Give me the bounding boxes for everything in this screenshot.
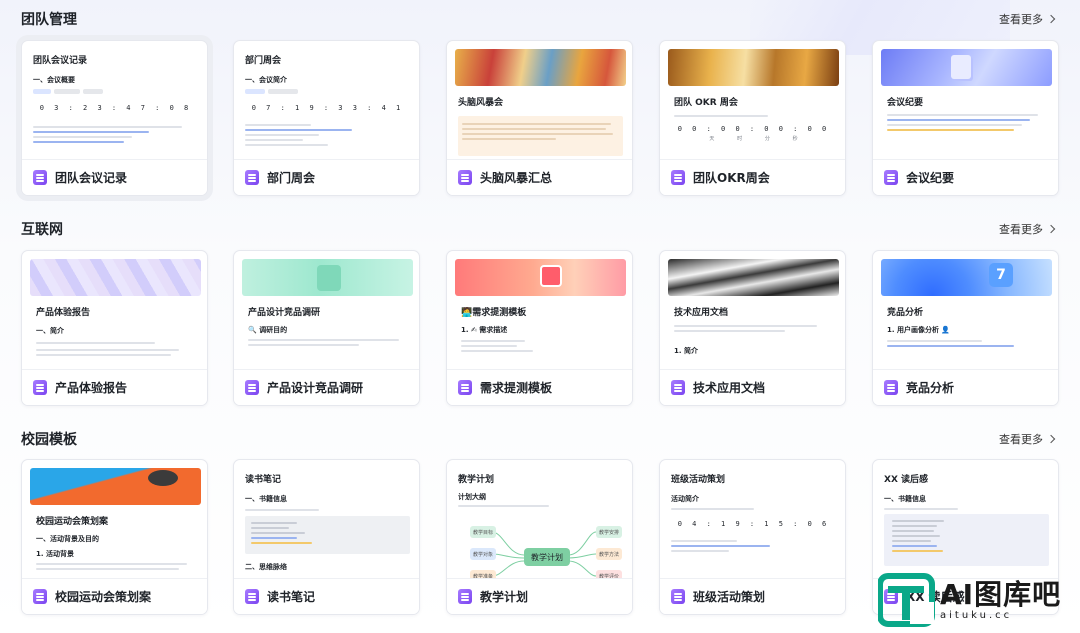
- template-card[interactable]: 教学计划 计划大纲 教学计划 教学目标 教学对象 教学准备 教学安排 教学方法 …: [446, 459, 633, 615]
- watermark-logo: AI图库吧 aituku.cc: [878, 569, 1070, 631]
- card-footer: 需求提测模板: [447, 369, 632, 405]
- card-footer: 产品体验报告: [22, 369, 207, 405]
- doc-icon: [33, 170, 47, 185]
- doc-icon: [671, 380, 685, 395]
- template-preview: 产品体验报告 一、简介: [30, 259, 201, 371]
- banner-image: [455, 259, 626, 296]
- template-card[interactable]: 部门周会 一、会议简介 0 7 : 1 9 : 3 3 : 4 1 部门周会: [233, 40, 420, 196]
- logo-text: AI图库吧: [940, 577, 1062, 611]
- card-footer: 团队OKR周会: [660, 159, 845, 195]
- see-more-link[interactable]: 查看更多: [999, 11, 1056, 27]
- card-footer: 部门周会: [234, 159, 419, 195]
- banner-image: 7: [881, 259, 1052, 296]
- template-preview: 技术应用文档 1. 简介: [668, 259, 839, 371]
- card-footer: 班级活动策划: [660, 578, 845, 614]
- card-footer: 产品设计竞品调研: [234, 369, 419, 405]
- doc-icon: [671, 170, 685, 185]
- template-preview: 教学计划 计划大纲 教学计划 教学目标 教学对象 教学准备 教学安排 教学方法 …: [455, 468, 626, 580]
- template-card[interactable]: 🧑‍💻需求提测模板 1. ✍ 需求描述 需求提测模板: [446, 250, 633, 406]
- doc-icon: [245, 380, 259, 395]
- card-footer: 团队会议记录: [22, 159, 207, 195]
- banner-image: [668, 259, 839, 296]
- mindmap: 教学计划 教学目标 教学对象 教学准备 教学安排 教学方法 教学评价: [470, 526, 622, 580]
- svg-text:教学安排: 教学安排: [599, 529, 619, 536]
- template-card[interactable]: 团队会议记录 一、会议概要 0 3 : 2 3 : 4 7 : 0 8 团队会议…: [21, 40, 208, 196]
- template-card[interactable]: 班级活动策划 活动简介 0 4 : 1 9 : 1 5 : 0 6 班级活动策划: [659, 459, 846, 615]
- card-footer: 会议纪要: [873, 159, 1058, 195]
- template-preview: 团队会议记录 一、会议概要 0 3 : 2 3 : 4 7 : 0 8: [30, 49, 201, 161]
- mindmap-center: 教学计划: [531, 552, 563, 562]
- banner-image: [881, 49, 1052, 86]
- template-preview: XX 读后感 一、书籍信息: [881, 468, 1052, 580]
- template-preview: 班级活动策划 活动简介 0 4 : 1 9 : 1 5 : 0 6: [668, 468, 839, 580]
- svg-text:教学方法: 教学方法: [599, 551, 619, 558]
- template-preview: 团队 OKR 周会 0 0 : 0 0 : 0 0 : 0 0 天 时 分 秒: [668, 49, 839, 161]
- template-card[interactable]: 读书笔记 一、书籍信息 二、思维脉络 读书笔记: [233, 459, 420, 615]
- doc-icon: [33, 380, 47, 395]
- logo-url: aituku.cc: [940, 609, 1013, 621]
- card-footer: 竞品分析: [873, 369, 1058, 405]
- chevron-right-icon: [1046, 224, 1056, 234]
- doc-icon: [458, 380, 472, 395]
- doc-icon: [458, 170, 472, 185]
- template-preview: 读书笔记 一、书籍信息 二、思维脉络: [242, 468, 413, 580]
- template-card[interactable]: 7 竞品分析 1. 用户画像分析 👤 竞品分析: [872, 250, 1059, 406]
- template-preview: 校园运动会策划案 一、活动背景及目的 1. 活动背景: [30, 468, 201, 580]
- logo-mark-icon: [878, 573, 935, 627]
- template-preview: 头脑风暴会: [455, 49, 626, 161]
- doc-icon: [458, 589, 472, 604]
- see-more-link[interactable]: 查看更多: [999, 431, 1056, 447]
- card-footer: 教学计划: [447, 578, 632, 614]
- template-preview: 会议纪要: [881, 49, 1052, 161]
- svg-text:教学目标: 教学目标: [473, 529, 493, 536]
- template-card[interactable]: 产品设计竞品调研 🔍 调研目的 产品设计竞品调研: [233, 250, 420, 406]
- section-title: 校园模板: [21, 432, 77, 448]
- banner-image: [30, 468, 201, 505]
- section-title: 互联网: [21, 222, 63, 238]
- banner-image: [30, 259, 201, 296]
- template-card[interactable]: 会议纪要 会议纪要: [872, 40, 1059, 196]
- doc-icon: [884, 380, 898, 395]
- template-card[interactable]: 技术应用文档 1. 简介 技术应用文档: [659, 250, 846, 406]
- section-header-campus: 校园模板 查看更多: [0, 429, 1080, 453]
- template-preview: 7 竞品分析 1. 用户画像分析 👤: [881, 259, 1052, 371]
- chevron-right-icon: [1046, 14, 1056, 24]
- doc-icon: [245, 170, 259, 185]
- section-header-internet: 互联网 查看更多: [0, 219, 1080, 243]
- card-footer: 读书笔记: [234, 578, 419, 614]
- template-card[interactable]: 产品体验报告 一、简介 产品体验报告: [21, 250, 208, 406]
- card-footer: 校园运动会策划案: [22, 578, 207, 614]
- template-preview: 🧑‍💻需求提测模板 1. ✍ 需求描述: [455, 259, 626, 371]
- svg-text:教学对象: 教学对象: [473, 551, 493, 558]
- template-card[interactable]: 头脑风暴会 头脑风暴汇总: [446, 40, 633, 196]
- card-footer: 头脑风暴汇总: [447, 159, 632, 195]
- doc-icon: [245, 589, 259, 604]
- banner-image: [242, 259, 413, 296]
- see-more-link[interactable]: 查看更多: [999, 221, 1056, 237]
- banner-image: [668, 49, 839, 86]
- card-footer: 技术应用文档: [660, 369, 845, 405]
- banner-image: [455, 49, 626, 86]
- chevron-right-icon: [1046, 434, 1056, 444]
- template-card[interactable]: 团队 OKR 周会 0 0 : 0 0 : 0 0 : 0 0 天 时 分 秒 …: [659, 40, 846, 196]
- doc-icon: [671, 589, 685, 604]
- template-preview: 产品设计竞品调研 🔍 调研目的: [242, 259, 413, 371]
- template-preview: 部门周会 一、会议简介 0 7 : 1 9 : 3 3 : 4 1: [242, 49, 413, 161]
- template-card[interactable]: 校园运动会策划案 一、活动背景及目的 1. 活动背景 校园运动会策划案: [21, 459, 208, 615]
- section-title: 团队管理: [21, 12, 77, 28]
- doc-icon: [884, 170, 898, 185]
- section-header-team: 团队管理 查看更多: [0, 9, 1080, 33]
- doc-icon: [33, 589, 47, 604]
